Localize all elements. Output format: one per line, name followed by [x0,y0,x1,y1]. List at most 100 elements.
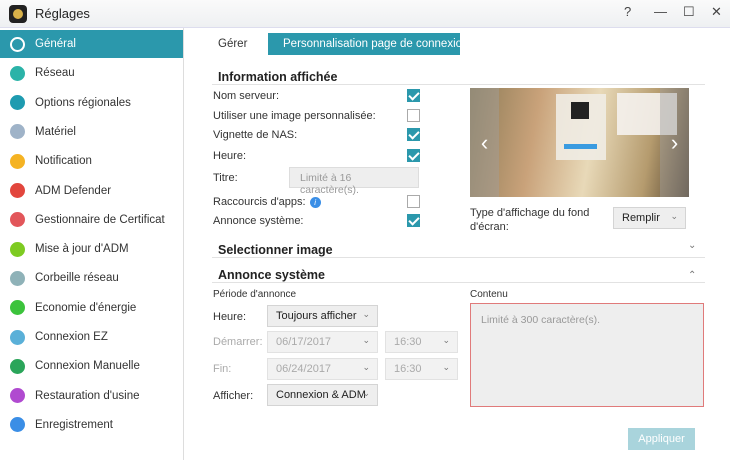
chevron-down-icon: ⌄ [362,388,370,398]
sidebar-item-0[interactable]: Général [0,30,183,58]
sidebar-item-label: Connexion Manuelle [35,360,140,373]
start-date-select[interactable]: 06/17/2017 ⌄ [267,331,378,353]
sidebar-item-12[interactable]: Restauration d'usine [0,382,183,410]
start-time-select[interactable]: 16:30 ⌄ [385,331,458,353]
sidebar: Général Réseau Options régionales Matériel N… [0,28,184,460]
sidebar-icon [10,358,25,374]
preview-nas-image [571,102,589,119]
show-select[interactable]: Connexion & ADM ⌄ [267,384,378,406]
preview-login-button [564,144,597,149]
nas-thumbnail-checkbox[interactable] [407,128,420,141]
sidebar-icon [10,124,25,140]
sidebar-item-3[interactable]: Matériel [0,118,183,146]
preview-login-card [556,94,606,160]
title-label: Titre: [213,172,238,184]
sidebar-item-label: Connexion EZ [35,331,108,343]
sidebar-item-7[interactable]: Mise à jour d'ADM [0,235,183,263]
nas-thumbnail-label: Vignette de NAS: [213,129,298,141]
next-image-button[interactable]: › [660,88,689,197]
expand-chevron-icon[interactable]: ⌄ [688,240,696,251]
info-icon[interactable]: i [309,196,321,208]
announcement-period-label: Période d'annonce [213,289,297,300]
sidebar-icon [10,183,25,198]
content-label: Contenu [470,289,508,300]
maximize-button[interactable]: ☐ [683,4,695,20]
app-shortcuts-checkbox[interactable] [407,195,420,208]
hour-value: Toujours afficher [276,310,357,322]
display-type-select[interactable]: Remplir ⌄ [613,207,686,229]
divider [212,84,705,85]
end-date-select[interactable]: 06/24/2017 ⌄ [267,358,378,380]
server-name-checkbox[interactable] [407,89,420,102]
tab-manage[interactable]: Gérer [218,33,247,55]
app-shortcuts-text: Raccourcis d'apps: [213,196,306,208]
server-name-label: Nom serveur: [213,90,280,102]
end-label: Fin: [213,363,232,375]
content-textarea[interactable]: Limité à 300 caractère(s). [470,303,704,407]
section-title-displayed-info: Information affichée [218,70,338,84]
sidebar-icon [10,36,25,52]
system-announcement-label: Annonce système: [213,215,304,227]
sidebar-icon [10,417,25,433]
time-checkbox[interactable] [407,149,420,162]
sidebar-item-9[interactable]: Economie d'énergie [0,294,183,322]
sidebar-item-label: Notification [35,155,92,168]
end-time-select[interactable]: 16:30 ⌄ [385,358,458,380]
show-value: Connexion & ADM [276,389,366,401]
divider [212,257,705,258]
collapse-chevron-icon[interactable]: ⌃ [688,270,696,281]
sidebar-icon [10,153,25,169]
sidebar-item-label: ADM Defender [35,184,112,197]
chevron-down-icon: ⌄ [442,335,450,345]
hour-select[interactable]: Toujours afficher ⌄ [267,305,378,327]
title-input[interactable]: Limité à 16 caractère(s). [289,167,419,196]
section-title-select-image: Selectionner image [218,243,333,257]
sidebar-item-4[interactable]: Notification [0,147,183,175]
section-title-system-announcement: Annonce système [218,268,325,282]
sidebar-item-13[interactable]: Enregistrement [0,411,183,439]
divider [212,282,705,283]
sidebar-icon [10,95,25,111]
system-announcement-checkbox[interactable] [407,214,420,227]
app-shortcuts-label: Raccourcis d'apps: i [213,196,321,208]
end-time-value: 16:30 [394,363,422,375]
help-button[interactable]: ? [624,4,631,19]
end-date-value: 06/24/2017 [276,363,332,375]
custom-image-checkbox[interactable] [407,109,420,122]
tab-login-page-customization[interactable]: Personnalisation page de connexion [268,33,468,55]
minimize-button[interactable]: — [654,4,667,19]
start-time-value: 16:30 [394,336,422,348]
sidebar-item-8[interactable]: Corbeille réseau [0,264,183,292]
sidebar-item-2[interactable]: Options régionales [0,89,183,117]
sidebar-icon [10,65,25,81]
sidebar-icon [10,388,25,404]
chevron-down-icon: ⌄ [362,362,370,372]
close-button[interactable]: ✕ [711,4,722,20]
display-type-value: Remplir [622,212,660,224]
previous-image-button[interactable]: ‹ [470,88,499,197]
settings-app-icon [9,5,27,23]
display-type-label: Type d'affichage du fond d'écran: [470,207,590,233]
custom-image-label: Utiliser une image personnalisée: [213,110,376,122]
sidebar-item-label: Enregistrement [35,418,113,431]
start-label: Démarrer: [213,336,263,348]
sidebar-item-label: Général [35,38,76,50]
sidebar-item-6[interactable]: Gestionnaire de Certificat [0,206,183,234]
sidebar-item-label: Economie d'énergie [35,301,137,314]
sidebar-item-label: Restauration d'usine [35,389,140,402]
sidebar-item-5[interactable]: ADM Defender [0,177,183,205]
window-title: Réglages [35,6,90,21]
chevron-down-icon: ⌄ [442,362,450,372]
sidebar-icon [10,270,25,286]
sidebar-item-11[interactable]: Connexion Manuelle [0,352,183,380]
sidebar-icon [10,241,25,257]
sidebar-icon [10,212,25,228]
chevron-down-icon: ⌄ [362,309,370,319]
sidebar-item-10[interactable]: Connexion EZ [0,323,183,351]
hour-label: Heure: [213,311,247,323]
sidebar-item-label: Matériel [35,125,76,138]
sidebar-item-1[interactable]: Réseau [0,59,183,87]
start-date-value: 06/17/2017 [276,336,332,348]
login-background-preview: ‹ › [470,88,689,197]
apply-button[interactable]: Appliquer [628,428,695,450]
